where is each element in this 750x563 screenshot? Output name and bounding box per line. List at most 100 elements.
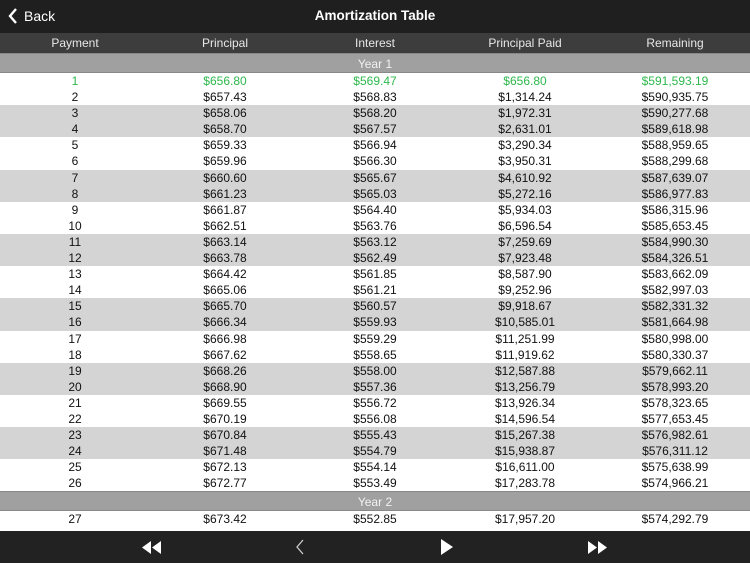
cell-payment: 22 bbox=[68, 411, 82, 426]
table-row[interactable]: 5 $659.33 $566.94 $3,290.34 $588,959.65 bbox=[0, 137, 750, 153]
table-row[interactable]: 27 $673.42 $552.85 $17,957.20 $574,292.79 bbox=[0, 511, 750, 527]
cell-principal-paid: $11,251.99 bbox=[495, 331, 555, 346]
rewind-button[interactable] bbox=[142, 541, 162, 559]
cell-interest: $558.65 bbox=[353, 347, 397, 362]
cell-payment: 17 bbox=[68, 331, 82, 346]
cell-principal-paid: $17,957.20 bbox=[494, 512, 556, 527]
cell-remaining: $591,593.19 bbox=[641, 74, 709, 88]
cell-payment: 10 bbox=[68, 218, 82, 233]
cell-interest: $562.49 bbox=[353, 251, 397, 266]
cell-principal: $663.78 bbox=[203, 251, 247, 266]
table-row[interactable]: 3 $658.06 $568.20 $1,972.31 $590,277.68 bbox=[0, 105, 750, 122]
cell-principal-paid: $7,259.69 bbox=[498, 234, 552, 249]
cell-principal: $659.33 bbox=[203, 138, 247, 153]
cell-interest: $557.36 bbox=[353, 379, 397, 394]
table-row[interactable]: 15 $665.70 $560.57 $9,918.67 $582,331.32 bbox=[0, 298, 750, 315]
cell-payment: 5 bbox=[71, 138, 79, 153]
table-row[interactable]: 4 $658.70 $567.57 $2,631.01 $589,618.98 bbox=[0, 121, 750, 138]
cell-remaining: $590,935.75 bbox=[641, 90, 709, 105]
cell-principal-paid: $9,252.96 bbox=[498, 283, 552, 298]
cell-principal: $664.42 bbox=[203, 267, 247, 282]
table-row[interactable]: 21 $669.55 $556.72 $13,926.34 $578,323.65 bbox=[0, 395, 750, 411]
cell-remaining: $580,998.00 bbox=[641, 331, 709, 346]
back-button[interactable]: Back bbox=[8, 7, 55, 25]
table-row[interactable]: 26 $672.77 $553.49 $17,283.78 $574,966.21 bbox=[0, 475, 750, 491]
chevron-left-icon bbox=[296, 539, 304, 555]
bottom-toolbar bbox=[0, 531, 750, 563]
table-row[interactable]: 22 $670.19 $556.08 $14,596.54 $577,653.45 bbox=[0, 411, 750, 427]
cell-principal-paid: $15,267.38 bbox=[494, 428, 556, 443]
cell-principal: $661.23 bbox=[203, 186, 247, 201]
cell-payment: 9 bbox=[71, 202, 79, 217]
table-row[interactable]: 10 $662.51 $563.76 $6,596.54 $585,653.45 bbox=[0, 218, 750, 234]
cell-interest: $565.03 bbox=[353, 186, 397, 201]
cell-remaining: $583,662.09 bbox=[641, 267, 709, 282]
previous-button[interactable] bbox=[295, 539, 305, 560]
cell-principal-paid: $5,272.16 bbox=[498, 186, 552, 201]
cell-payment: 15 bbox=[68, 299, 82, 314]
cell-payment: 8 bbox=[71, 186, 79, 201]
cell-remaining: $578,993.20 bbox=[641, 379, 709, 394]
table-row[interactable]: 9 $661.87 $564.40 $5,934.03 $586,315.96 bbox=[0, 202, 750, 218]
cell-remaining: $586,315.96 bbox=[641, 202, 709, 217]
cell-principal-paid: $656.80 bbox=[503, 74, 547, 88]
table-row[interactable]: 24 $671.48 $554.79 $15,938.87 $576,311.12 bbox=[0, 443, 750, 460]
table-row[interactable]: 7 $660.60 $565.67 $4,610.92 $587,639.07 bbox=[0, 169, 750, 186]
cell-interest: $559.93 bbox=[353, 315, 397, 330]
play-icon bbox=[441, 539, 453, 555]
table-row[interactable]: 14 $665.06 $561.21 $9,252.96 $582,997.03 bbox=[0, 282, 750, 298]
cell-remaining: $586,977.83 bbox=[641, 186, 709, 201]
table-row[interactable]: 8 $661.23 $565.03 $5,272.16 $586,977.83 bbox=[0, 185, 750, 202]
table-row[interactable]: 25 $672.13 $554.14 $16,611.00 $575,638.99 bbox=[0, 459, 750, 475]
column-header-interest: Interest bbox=[354, 36, 396, 50]
cell-remaining: $578,323.65 bbox=[641, 395, 709, 410]
cell-principal: $658.70 bbox=[203, 122, 247, 137]
cell-remaining: $589,618.98 bbox=[641, 122, 709, 137]
cell-payment: 19 bbox=[68, 363, 82, 378]
play-button[interactable] bbox=[440, 539, 454, 560]
cell-payment: 14 bbox=[68, 283, 82, 298]
table-row[interactable]: 20 $668.90 $557.36 $13,256.79 $578,993.20 bbox=[0, 378, 750, 395]
fast-forward-icon bbox=[588, 541, 607, 554]
table-row[interactable]: 11 $663.14 $563.12 $7,259.69 $584,990.30 bbox=[0, 233, 750, 251]
table-row[interactable]: 1 $656.80 $569.47 $656.80 $591,593.19 bbox=[0, 73, 750, 89]
cell-principal: $670.84 bbox=[203, 428, 247, 443]
table-row[interactable]: 13 $664.42 $561.85 $8,587.90 $583,662.09 bbox=[0, 266, 750, 282]
table-row[interactable]: 12 $663.78 $562.49 $7,923.48 $584,326.51 bbox=[0, 250, 750, 267]
cell-principal-paid: $2,631.01 bbox=[498, 122, 552, 137]
cell-payment: 11 bbox=[68, 234, 82, 249]
table-row[interactable]: 18 $667.62 $558.65 $11,919.62 $580,330.37 bbox=[0, 347, 750, 363]
cell-payment: 4 bbox=[71, 122, 79, 137]
cell-remaining: $585,653.45 bbox=[641, 218, 709, 233]
table-row[interactable]: 6 $659.96 $566.30 $3,950.31 $588,299.68 bbox=[0, 153, 750, 169]
cell-principal-paid: $13,256.79 bbox=[494, 379, 556, 394]
cell-principal-paid: $5,934.03 bbox=[498, 202, 552, 217]
cell-payment: 3 bbox=[71, 106, 79, 121]
cell-payment: 6 bbox=[71, 154, 79, 169]
table-row[interactable]: 16 $666.34 $559.93 $10,585.01 $581,664.98 bbox=[0, 314, 750, 331]
cell-principal: $666.34 bbox=[203, 315, 247, 330]
chevron-left-icon bbox=[8, 8, 17, 24]
amortization-table[interactable]: Year 1 1 $656.80 $569.47 $656.80 $591,593.19 2… bbox=[0, 53, 750, 528]
cell-principal-paid: $3,950.31 bbox=[498, 154, 552, 169]
table-row[interactable]: 2 $657.43 $568.83 $1,314.24 $590,935.75 bbox=[0, 89, 750, 105]
cell-principal-paid: $16,611.00 bbox=[495, 460, 555, 475]
cell-remaining: $575,638.99 bbox=[641, 460, 709, 475]
cell-principal: $661.87 bbox=[203, 202, 247, 217]
table-row[interactable]: 17 $666.98 $559.29 $11,251.99 $580,998.00 bbox=[0, 331, 750, 347]
cell-principal: $663.14 bbox=[203, 234, 247, 249]
table-row[interactable]: 23 $670.84 $555.43 $15,267.38 $576,982.61 bbox=[0, 427, 750, 444]
fast-forward-button[interactable] bbox=[587, 541, 607, 559]
cell-principal-paid: $3,290.34 bbox=[498, 138, 552, 153]
cell-remaining: $584,990.30 bbox=[641, 234, 709, 249]
cell-interest: $566.30 bbox=[353, 154, 397, 169]
cell-interest: $554.79 bbox=[353, 444, 397, 459]
cell-payment: 27 bbox=[68, 512, 82, 527]
table-row[interactable]: 19 $668.26 $558.00 $12,587.88 $579,662.11 bbox=[0, 362, 750, 379]
cell-principal: $670.19 bbox=[203, 411, 247, 426]
navigation-bar: Back Amortization Table bbox=[0, 0, 750, 33]
column-header-principal: Principal bbox=[201, 36, 249, 50]
cell-principal-paid: $7,923.48 bbox=[498, 251, 552, 266]
cell-interest: $555.43 bbox=[353, 428, 397, 443]
section-header: Year 1 bbox=[0, 53, 750, 73]
